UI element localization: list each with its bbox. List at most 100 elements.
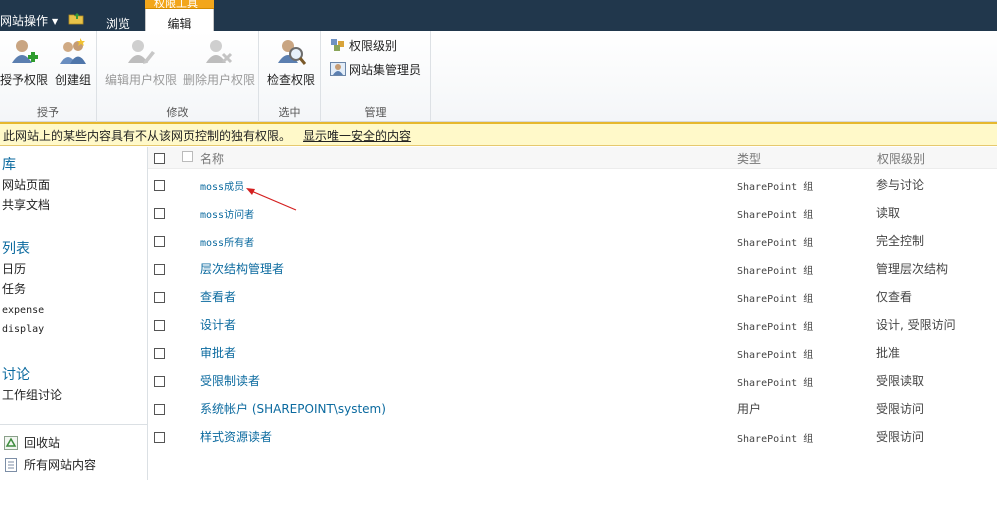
table-row: 系统帐户 (SHAREPOINT\system) 用户 受限访问	[148, 394, 997, 422]
row-permission: 管理层次结构	[876, 262, 949, 276]
row-checkbox[interactable]	[154, 404, 165, 415]
table-row: 设计者 SharePoint 组 设计, 受限访问	[148, 310, 997, 338]
group-label-grant: 授予	[37, 106, 59, 119]
edit-user-permissions-button[interactable]: 编辑用户权限	[103, 37, 179, 88]
all-site-content-label: 所有网站内容	[24, 458, 97, 472]
row-checkbox[interactable]	[154, 264, 165, 275]
row-name-link[interactable]: 受限制读者	[200, 372, 260, 389]
row-type: SharePoint 组	[737, 322, 814, 333]
nav-divider	[0, 424, 147, 425]
list-header: 名称 类型 权限级别	[148, 147, 997, 169]
nav-item-calendar[interactable]: 日历	[2, 260, 26, 277]
row-name-link[interactable]: 层次结构管理者	[200, 260, 284, 277]
group-label-manage: 管理	[364, 106, 387, 119]
check-permissions-button[interactable]: 检查权限	[265, 37, 317, 88]
row-type: SharePoint 组	[737, 266, 814, 277]
nav-heading-lists[interactable]: 列表	[2, 238, 30, 258]
admin-icon	[330, 62, 346, 76]
row-name-link[interactable]: moss所有者	[200, 234, 254, 249]
row-checkbox[interactable]	[154, 180, 165, 191]
permission-levels-button[interactable]: 权限级别	[330, 37, 397, 54]
row-type: SharePoint 组	[737, 294, 814, 305]
recycle-bin-icon	[4, 436, 18, 450]
remove-user-icon	[206, 40, 233, 64]
grant-permissions-label: 授予权限	[0, 73, 49, 87]
row-permission: 受限读取	[876, 374, 925, 388]
chevron-down-icon: ▼	[52, 17, 59, 26]
row-type: 用户	[737, 402, 762, 416]
row-name-link[interactable]: moss成员	[200, 178, 244, 193]
nav-item-expense[interactable]: expense	[2, 305, 44, 316]
create-group-label: 创建组	[54, 73, 91, 87]
annotation-arrow-icon	[246, 188, 297, 211]
nav-item-team-discussion[interactable]: 工作组讨论	[2, 386, 62, 403]
nav-item-site-pages[interactable]: 网站页面	[2, 176, 50, 193]
context-group-label: 权限工具	[154, 0, 198, 9]
nav-heading-libraries[interactable]: 库	[2, 154, 16, 174]
row-name-link[interactable]: 设计者	[200, 316, 236, 333]
remove-user-permissions-label: 删除用户权限	[182, 73, 255, 87]
row-checkbox[interactable]	[154, 236, 165, 247]
magnifier-user-icon	[278, 40, 306, 65]
row-type: SharePoint 组	[737, 378, 814, 389]
row-checkbox[interactable]	[154, 432, 165, 443]
quick-launch: 库 网站页面 共享文档 列表 日历 任务 expense display 讨论 …	[0, 147, 148, 480]
row-permission: 受限访问	[876, 402, 925, 416]
nav-item-display[interactable]: display	[2, 324, 44, 335]
nav-all-site-content[interactable]: 所有网站内容	[4, 456, 96, 473]
tab-edit[interactable]: 编辑	[145, 9, 214, 32]
column-header-type[interactable]: 类型	[737, 150, 761, 167]
check-permissions-label: 检查权限	[266, 73, 315, 87]
row-name-link[interactable]: 系统帐户 (SHAREPOINT\system)	[200, 400, 386, 417]
row-checkbox[interactable]	[154, 320, 165, 331]
row-checkbox[interactable]	[154, 376, 165, 387]
create-group-button[interactable]: 创建组	[53, 37, 93, 88]
nav-recycle-bin[interactable]: 回收站	[4, 434, 60, 451]
row-permission: 批准	[876, 346, 901, 360]
remove-user-permissions-button[interactable]: 删除用户权限	[181, 37, 257, 88]
select-all-checkbox[interactable]	[154, 153, 165, 164]
table-row: 查看者 SharePoint 组 仅查看	[148, 282, 997, 310]
nav-heading-discussions[interactable]: 讨论	[2, 364, 30, 384]
item-type-column-icon	[182, 151, 193, 162]
row-permission: 仅查看	[876, 290, 913, 304]
row-checkbox[interactable]	[154, 348, 165, 359]
navigate-up-icon[interactable]	[68, 11, 84, 25]
row-permission: 设计, 受限访问	[876, 318, 956, 332]
row-permission: 读取	[876, 206, 901, 220]
row-type: SharePoint 组	[737, 434, 814, 445]
nav-item-shared-documents[interactable]: 共享文档	[2, 196, 50, 213]
add-user-icon	[12, 40, 38, 63]
notification-bar: 此网站上的某些内容具有不从该网页控制的独有权限。 显示唯一安全的内容	[0, 122, 997, 146]
site-collection-admins-label: 网站集管理员	[349, 63, 422, 77]
column-header-permission[interactable]: 权限级别	[877, 150, 925, 167]
nav-item-tasks[interactable]: 任务	[2, 280, 26, 297]
permission-levels-label: 权限级别	[349, 39, 398, 53]
table-row: 层次结构管理者 SharePoint 组 管理层次结构	[148, 254, 997, 282]
context-group-permission-tools: 权限工具	[145, 0, 214, 9]
row-name-link[interactable]: 查看者	[200, 288, 236, 305]
permission-levels-icon	[331, 39, 344, 51]
row-name-link[interactable]: 审批者	[200, 344, 236, 361]
ribbon: 授予权限 创建组 授予 编辑用户权限 删除用户权限 修改 检查权限 选中 管理 …	[0, 31, 997, 122]
site-actions-label: 网站操作	[0, 14, 49, 28]
show-unique-security-link[interactable]: 显示唯一安全的内容	[303, 127, 411, 144]
site-actions-menu[interactable]: 网站操作 ▼	[0, 12, 58, 29]
table-row: 审批者 SharePoint 组 批准	[148, 338, 997, 366]
row-type: SharePoint 组	[737, 182, 814, 193]
group-icon	[60, 38, 86, 64]
top-bar: 网站操作 ▼ 浏览 权限工具 编辑	[0, 0, 997, 32]
site-collection-admins-button[interactable]: 网站集管理员	[330, 61, 421, 78]
group-label-modify: 修改	[166, 106, 189, 119]
column-header-name[interactable]: 名称	[200, 150, 224, 167]
row-permission: 参与讨论	[876, 178, 925, 192]
row-type: SharePoint 组	[737, 238, 814, 249]
ribbon-group-grant: 授予权限 创建组 授予	[0, 31, 97, 122]
grant-permissions-button[interactable]: 授予权限	[0, 37, 48, 88]
row-checkbox[interactable]	[154, 292, 165, 303]
row-name-link[interactable]: 样式资源读者	[200, 428, 272, 445]
row-permission: 完全控制	[876, 234, 925, 248]
table-row: 样式资源读者 SharePoint 组 受限访问	[148, 422, 997, 450]
tab-browse[interactable]: 浏览	[106, 15, 130, 32]
row-checkbox[interactable]	[154, 208, 165, 219]
